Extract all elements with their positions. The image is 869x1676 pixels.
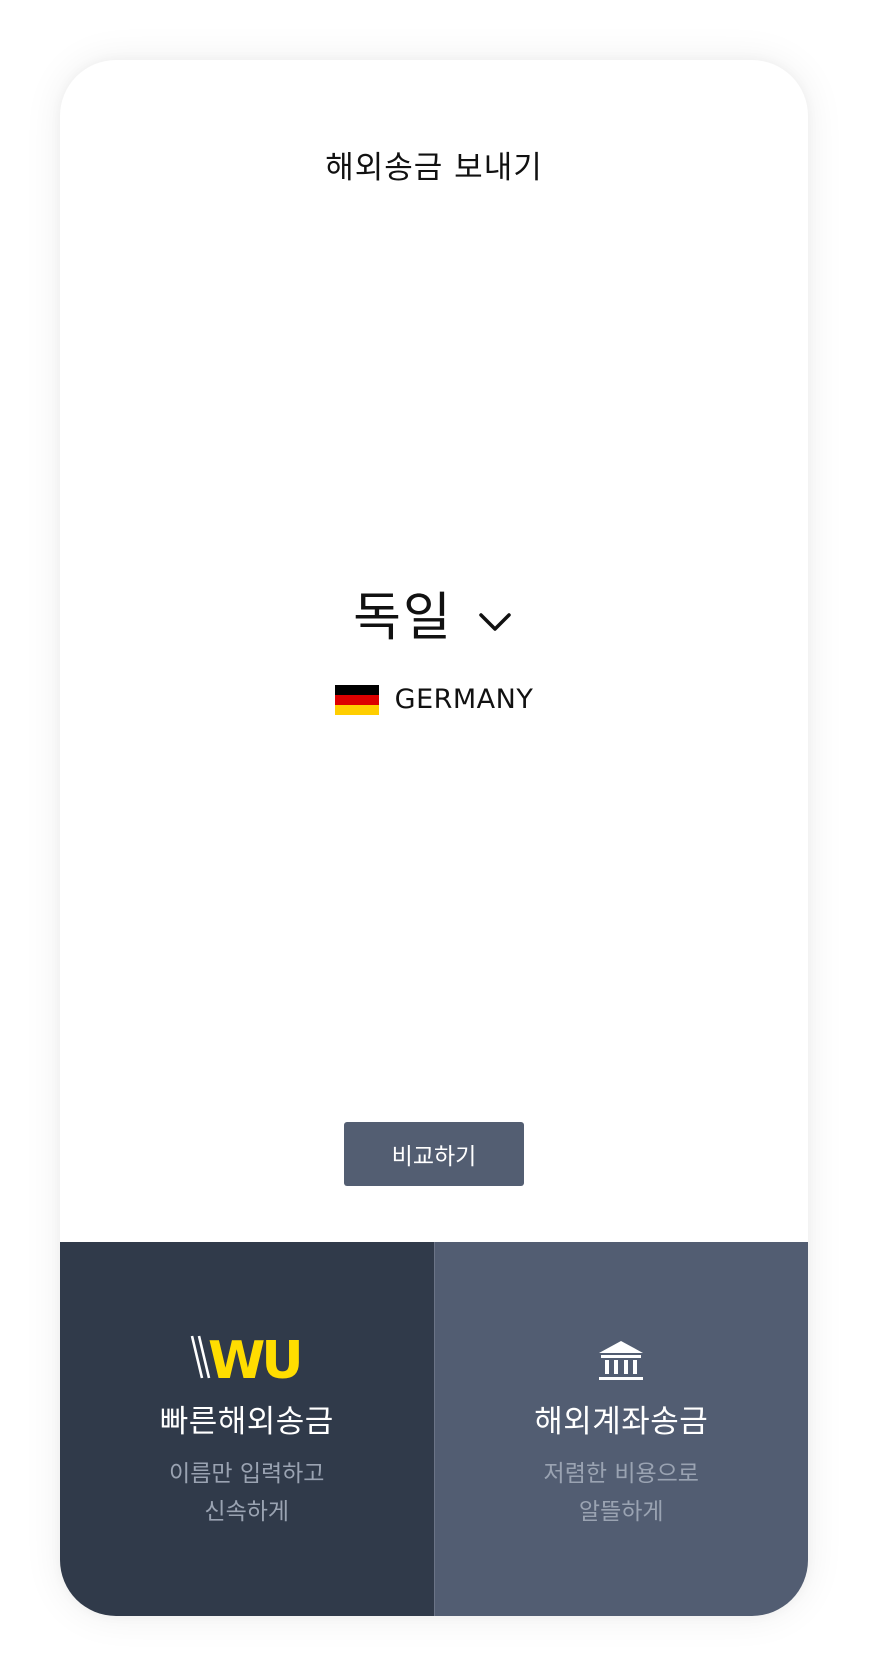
fast-transfer-title: 빠른해외송금 (159, 1404, 334, 1440)
page-title: 해외송금 보내기 (325, 150, 543, 186)
transfer-options: WU 빠른해외송금 이름만 입력하고 신속하게 해외계좌송금 저렴한 비용으로 … (60, 1242, 808, 1616)
remittance-card: 해외송금 보내기 독일 GERMANY 비교하기 WU 빠른해외송금 이름만 입… (60, 60, 808, 1616)
account-transfer-option[interactable]: 해외계좌송금 저렴한 비용으로 알뜰하게 (434, 1242, 808, 1616)
account-transfer-title: 해외계좌송금 (534, 1404, 709, 1440)
chevron-down-icon[interactable] (475, 602, 515, 642)
wu-logo-text: WU (208, 1332, 300, 1382)
wu-logo-wrap: WU (190, 1332, 304, 1382)
fast-transfer-option[interactable]: WU 빠른해외송금 이름만 입력하고 신속하게 (60, 1242, 435, 1616)
bank-icon-wrap (598, 1332, 644, 1382)
fast-transfer-desc-line1: 이름만 입력하고 (169, 1461, 325, 1487)
account-transfer-desc: 저렴한 비용으로 알뜰하게 (544, 1455, 699, 1531)
fast-transfer-desc-line2: 신속하게 (204, 1499, 290, 1525)
germany-flag-icon (334, 684, 379, 715)
country-name-english: GERMANY (394, 684, 534, 715)
country-subtitle: GERMANY (60, 684, 808, 715)
account-transfer-desc-line2: 알뜰하게 (578, 1499, 664, 1525)
country-selector[interactable]: 독일 (60, 582, 808, 654)
flag-stripe-gold (334, 704, 379, 715)
wu-logo-icon: WU (190, 1332, 303, 1382)
bank-icon (599, 1341, 644, 1380)
compare-button[interactable]: 비교하기 (344, 1122, 524, 1186)
flag-stripe-black (334, 684, 379, 695)
country-name[interactable]: 독일 (353, 582, 453, 654)
account-transfer-desc-line1: 저렴한 비용으로 (543, 1461, 699, 1487)
fast-transfer-desc: 이름만 입력하고 신속하게 (169, 1455, 324, 1531)
flag-stripe-red (334, 694, 379, 705)
